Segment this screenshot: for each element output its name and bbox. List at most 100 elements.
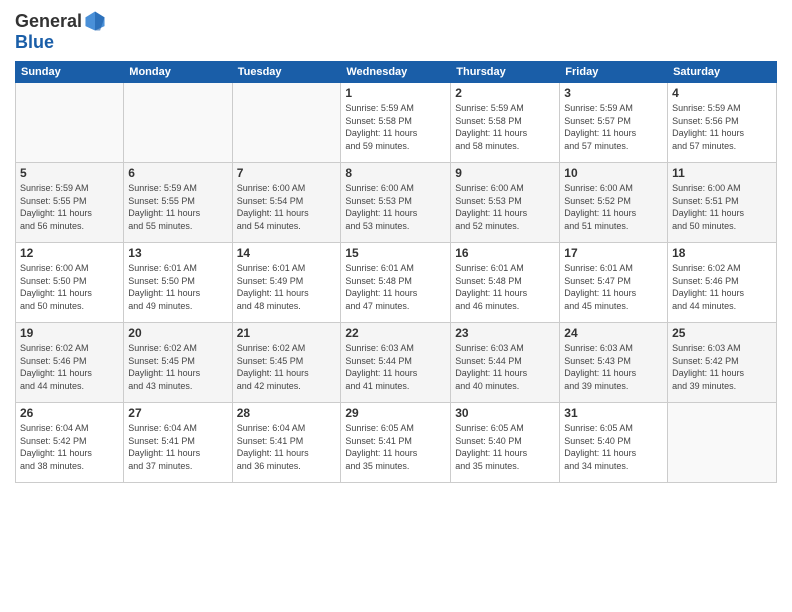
- calendar-cell: 31 Sunrise: 6:05 AMSunset: 5:40 PMDayligh…: [560, 403, 668, 483]
- day-info: Sunrise: 6:02 AMSunset: 5:45 PMDaylight:…: [237, 342, 337, 392]
- day-info: Sunrise: 6:02 AMSunset: 5:46 PMDaylight:…: [672, 262, 772, 312]
- calendar-cell: 13 Sunrise: 6:01 AMSunset: 5:50 PMDayligh…: [124, 243, 232, 323]
- calendar-cell: 26 Sunrise: 6:04 AMSunset: 5:42 PMDayligh…: [16, 403, 124, 483]
- weekday-header-friday: Friday: [560, 62, 668, 83]
- day-number: 31: [564, 406, 663, 420]
- calendar-week-5: 26 Sunrise: 6:04 AMSunset: 5:42 PMDayligh…: [16, 403, 777, 483]
- day-info: Sunrise: 6:05 AMSunset: 5:41 PMDaylight:…: [345, 422, 446, 472]
- day-number: 8: [345, 166, 446, 180]
- logo-blue-text: Blue: [15, 32, 106, 53]
- calendar-cell: 11Sunrise: 6:00 AMSunset: 5:51 PMDayligh…: [668, 163, 777, 243]
- weekday-header-wednesday: Wednesday: [341, 62, 451, 83]
- day-info: Sunrise: 6:04 AMSunset: 5:42 PMDaylight:…: [20, 422, 119, 472]
- day-info: Sunrise: 6:03 AMSunset: 5:44 PMDaylight:…: [455, 342, 555, 392]
- logo[interactable]: General Blue: [15, 10, 106, 53]
- calendar-cell: [124, 83, 232, 163]
- weekday-header-monday: Monday: [124, 62, 232, 83]
- calendar-cell: 14 Sunrise: 6:01 AMSunset: 5:49 PMDayligh…: [232, 243, 341, 323]
- day-info: Sunrise: 5:59 AMSunset: 5:58 PMDaylight:…: [455, 102, 555, 152]
- calendar-cell: 22 Sunrise: 6:03 AMSunset: 5:44 PMDayligh…: [341, 323, 451, 403]
- day-number: 16: [455, 246, 555, 260]
- calendar-cell: [232, 83, 341, 163]
- day-number: 9: [455, 166, 555, 180]
- day-info: Sunrise: 6:05 AMSunset: 5:40 PMDaylight:…: [564, 422, 663, 472]
- calendar-cell: 21 Sunrise: 6:02 AMSunset: 5:45 PMDayligh…: [232, 323, 341, 403]
- calendar-cell: 25Sunrise: 6:03 AMSunset: 5:42 PMDayligh…: [668, 323, 777, 403]
- day-number: 13: [128, 246, 227, 260]
- day-number: 12: [20, 246, 119, 260]
- day-info: Sunrise: 6:00 AMSunset: 5:53 PMDaylight:…: [455, 182, 555, 232]
- calendar-cell: 23 Sunrise: 6:03 AMSunset: 5:44 PMDayligh…: [451, 323, 560, 403]
- calendar-cell: 27 Sunrise: 6:04 AMSunset: 5:41 PMDayligh…: [124, 403, 232, 483]
- calendar-week-1: 1 Sunrise: 5:59 AMSunset: 5:58 PMDaylight…: [16, 83, 777, 163]
- day-info: Sunrise: 6:01 AMSunset: 5:49 PMDaylight:…: [237, 262, 337, 312]
- day-info: Sunrise: 6:00 AMSunset: 5:53 PMDaylight:…: [345, 182, 446, 232]
- day-number: 25: [672, 326, 772, 340]
- day-number: 15: [345, 246, 446, 260]
- day-info: Sunrise: 6:01 AMSunset: 5:50 PMDaylight:…: [128, 262, 227, 312]
- calendar-cell: 8 Sunrise: 6:00 AMSunset: 5:53 PMDaylight…: [341, 163, 451, 243]
- calendar-cell: 24Sunrise: 6:03 AMSunset: 5:43 PMDayligh…: [560, 323, 668, 403]
- weekday-header-tuesday: Tuesday: [232, 62, 341, 83]
- day-number: 23: [455, 326, 555, 340]
- calendar-cell: 30 Sunrise: 6:05 AMSunset: 5:40 PMDayligh…: [451, 403, 560, 483]
- day-number: 19: [20, 326, 119, 340]
- calendar-cell: [668, 403, 777, 483]
- calendar-cell: 10 Sunrise: 6:00 AMSunset: 5:52 PMDayligh…: [560, 163, 668, 243]
- calendar-cell: 28Sunrise: 6:04 AMSunset: 5:41 PMDayligh…: [232, 403, 341, 483]
- day-number: 22: [345, 326, 446, 340]
- day-number: 27: [128, 406, 227, 420]
- day-number: 20: [128, 326, 227, 340]
- day-number: 29: [345, 406, 446, 420]
- weekday-header-row: SundayMondayTuesdayWednesdayThursdayFrid…: [16, 62, 777, 83]
- day-info: Sunrise: 6:01 AMSunset: 5:47 PMDaylight:…: [564, 262, 663, 312]
- day-info: Sunrise: 6:00 AMSunset: 5:51 PMDaylight:…: [672, 182, 772, 232]
- day-number: 30: [455, 406, 555, 420]
- day-number: 1: [345, 86, 446, 100]
- day-info: Sunrise: 6:00 AMSunset: 5:52 PMDaylight:…: [564, 182, 663, 232]
- day-info: Sunrise: 6:04 AMSunset: 5:41 PMDaylight:…: [237, 422, 337, 472]
- calendar-cell: 18Sunrise: 6:02 AMSunset: 5:46 PMDayligh…: [668, 243, 777, 323]
- day-info: Sunrise: 5:59 AMSunset: 5:55 PMDaylight:…: [20, 182, 119, 232]
- day-info: Sunrise: 5:59 AMSunset: 5:56 PMDaylight:…: [672, 102, 772, 152]
- calendar-cell: 6 Sunrise: 5:59 AMSunset: 5:55 PMDaylight…: [124, 163, 232, 243]
- calendar-cell: 2 Sunrise: 5:59 AMSunset: 5:58 PMDaylight…: [451, 83, 560, 163]
- page: General Blue SundayMondayTuesdayWednesda…: [0, 0, 792, 612]
- day-info: Sunrise: 6:02 AMSunset: 5:45 PMDaylight:…: [128, 342, 227, 392]
- day-number: 10: [564, 166, 663, 180]
- header: General Blue: [15, 10, 777, 53]
- day-info: Sunrise: 6:00 AMSunset: 5:54 PMDaylight:…: [237, 182, 337, 232]
- day-number: 6: [128, 166, 227, 180]
- calendar-cell: 15 Sunrise: 6:01 AMSunset: 5:48 PMDayligh…: [341, 243, 451, 323]
- day-number: 21: [237, 326, 337, 340]
- weekday-header-saturday: Saturday: [668, 62, 777, 83]
- day-info: Sunrise: 6:01 AMSunset: 5:48 PMDaylight:…: [455, 262, 555, 312]
- day-number: 14: [237, 246, 337, 260]
- day-info: Sunrise: 5:59 AMSunset: 5:58 PMDaylight:…: [345, 102, 446, 152]
- day-info: Sunrise: 5:59 AMSunset: 5:57 PMDaylight:…: [564, 102, 663, 152]
- day-info: Sunrise: 6:05 AMSunset: 5:40 PMDaylight:…: [455, 422, 555, 472]
- calendar-cell: 29 Sunrise: 6:05 AMSunset: 5:41 PMDayligh…: [341, 403, 451, 483]
- day-number: 4: [672, 86, 772, 100]
- calendar-cell: 4 Sunrise: 5:59 AMSunset: 5:56 PMDaylight…: [668, 83, 777, 163]
- day-number: 2: [455, 86, 555, 100]
- calendar-cell: 5Sunrise: 5:59 AMSunset: 5:55 PMDaylight…: [16, 163, 124, 243]
- weekday-header-thursday: Thursday: [451, 62, 560, 83]
- day-info: Sunrise: 5:59 AMSunset: 5:55 PMDaylight:…: [128, 182, 227, 232]
- calendar-table: SundayMondayTuesdayWednesdayThursdayFrid…: [15, 61, 777, 483]
- day-info: Sunrise: 6:03 AMSunset: 5:44 PMDaylight:…: [345, 342, 446, 392]
- logo-icon: [84, 10, 106, 32]
- calendar-week-3: 12 Sunrise: 6:00 AMSunset: 5:50 PMDayligh…: [16, 243, 777, 323]
- calendar-week-4: 19Sunrise: 6:02 AMSunset: 5:46 PMDayligh…: [16, 323, 777, 403]
- calendar-cell: 3Sunrise: 5:59 AMSunset: 5:57 PMDaylight…: [560, 83, 668, 163]
- day-info: Sunrise: 6:01 AMSunset: 5:48 PMDaylight:…: [345, 262, 446, 312]
- calendar-cell: 12 Sunrise: 6:00 AMSunset: 5:50 PMDayligh…: [16, 243, 124, 323]
- weekday-header-sunday: Sunday: [16, 62, 124, 83]
- day-info: Sunrise: 6:00 AMSunset: 5:50 PMDaylight:…: [20, 262, 119, 312]
- logo-general-text: General: [15, 11, 82, 32]
- calendar-cell: 16 Sunrise: 6:01 AMSunset: 5:48 PMDayligh…: [451, 243, 560, 323]
- day-number: 26: [20, 406, 119, 420]
- day-number: 7: [237, 166, 337, 180]
- day-info: Sunrise: 6:04 AMSunset: 5:41 PMDaylight:…: [128, 422, 227, 472]
- calendar-cell: 19Sunrise: 6:02 AMSunset: 5:46 PMDayligh…: [16, 323, 124, 403]
